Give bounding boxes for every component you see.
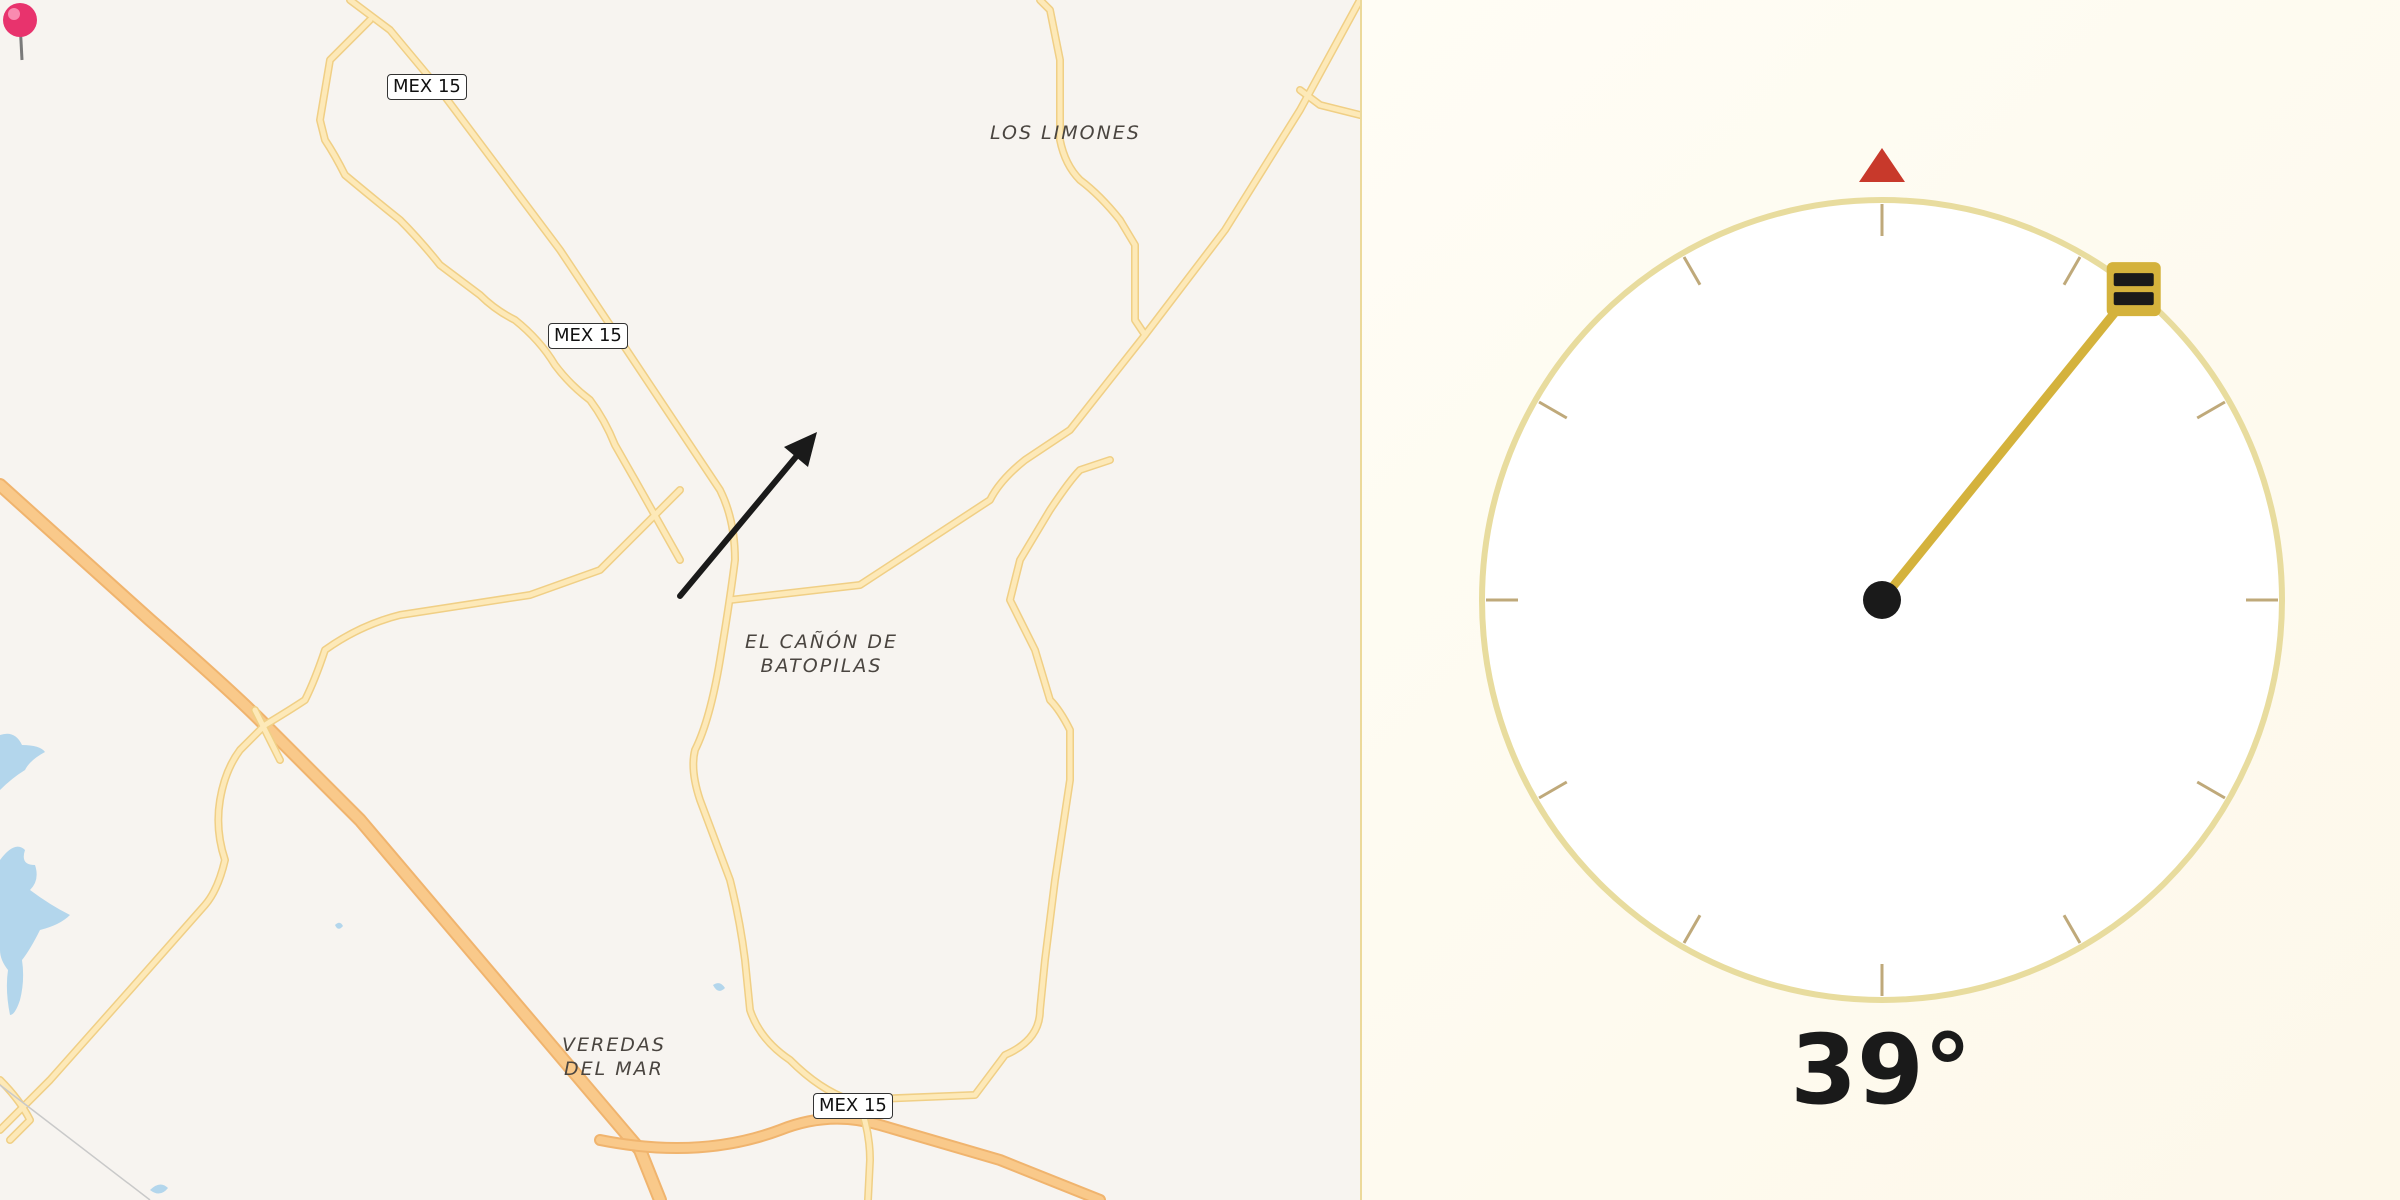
north-marker-icon (1859, 148, 1905, 182)
map-roads-layer (0, 0, 1360, 1200)
map-pin-icon[interactable] (0, 0, 40, 70)
place-label-el-canon: EL CAÑÓN DE BATOPILAS (745, 631, 898, 677)
bearing-readout: 39° (1790, 1014, 1972, 1126)
minor-roads (0, 0, 1360, 1200)
boundary-line (0, 1084, 151, 1200)
route-shield: MEX 15 (813, 1093, 893, 1119)
needle-hub (1863, 581, 1901, 619)
map-view[interactable]: LOS LIMONES EL CAÑÓN DE BATOPILAS VEREDA… (0, 0, 1360, 1200)
place-label-veredas: VEREDAS DEL MAR (562, 1034, 666, 1080)
minor-roads-casing (0, 0, 1360, 1200)
place-label-los-limones: LOS LIMONES (990, 122, 1141, 144)
route-shield: MEX 15 (548, 323, 628, 349)
needle-handle-icon[interactable] (2106, 262, 2161, 317)
route-shield: MEX 15 (387, 74, 467, 100)
